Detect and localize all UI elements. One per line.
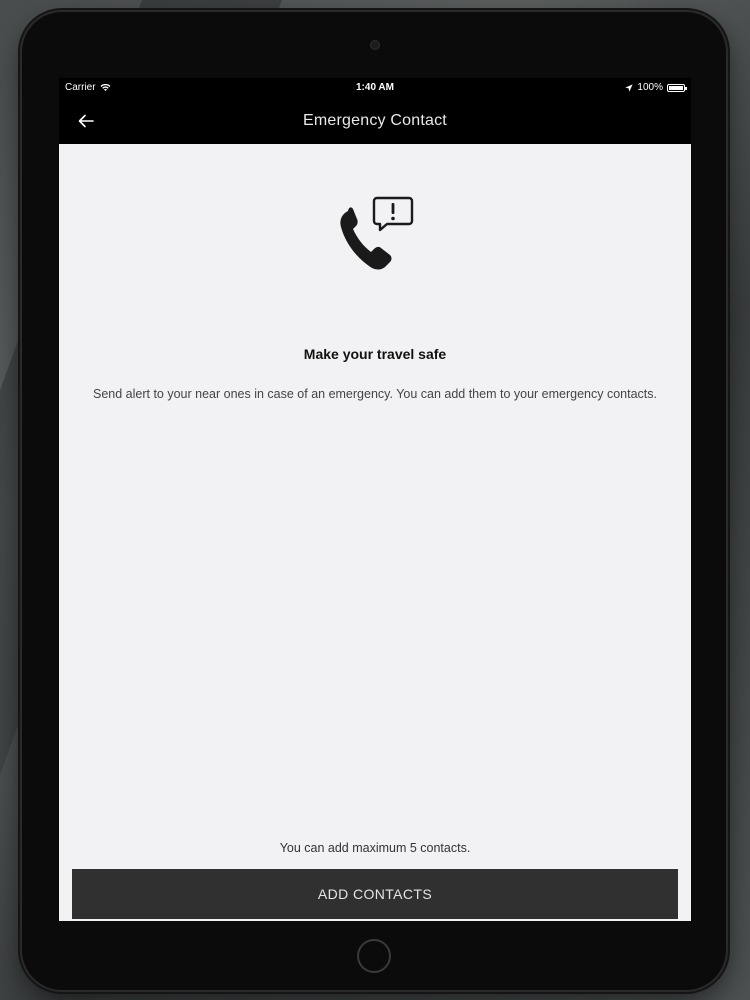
home-button[interactable] xyxy=(357,939,391,973)
battery-icon xyxy=(667,83,687,92)
description-text: Send alert to your near ones in case of … xyxy=(93,387,657,401)
headline: Make your travel safe xyxy=(303,346,447,362)
page-title: Emergency Contact xyxy=(303,112,447,129)
app-screen: Carrier 1:40 AM 100% Emergency Contact M… xyxy=(59,78,691,921)
camera-dot xyxy=(370,40,380,50)
phone-alert-icon xyxy=(340,196,414,270)
location-arrow-icon xyxy=(625,83,634,92)
max-contacts-note: You can add maximum 5 contacts. xyxy=(279,841,471,855)
status-bar: Carrier 1:40 AM 100% xyxy=(59,78,691,98)
battery-percent: 100% xyxy=(637,82,663,93)
status-right: 100% xyxy=(625,82,687,93)
add-contacts-button[interactable]: ADD CONTACTS xyxy=(72,869,678,919)
navigation-bar: Emergency Contact xyxy=(59,98,691,144)
status-time: 1:40 AM xyxy=(356,82,394,93)
tablet-frame: Carrier 1:40 AM 100% Emergency Contact M… xyxy=(22,12,726,990)
